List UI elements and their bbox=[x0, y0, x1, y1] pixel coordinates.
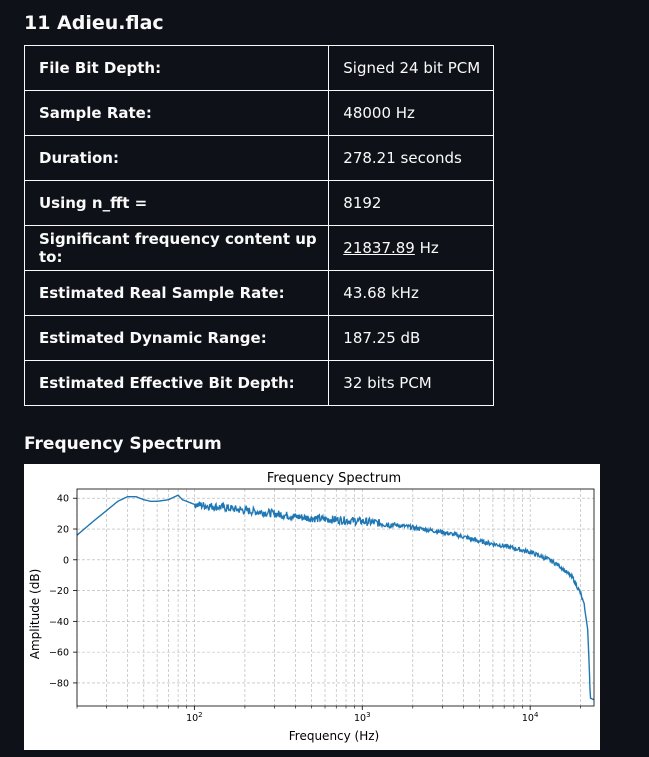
table-row: Using n_fft = 8192 bbox=[23, 180, 494, 226]
x-axis-ticks: 102 103 104 bbox=[76, 706, 582, 724]
row-value: 48000 Hz bbox=[328, 90, 494, 136]
spectrum-chart: Frequency Spectrum 40 20 0 −20 −40 −60 −80 102… bbox=[24, 464, 600, 750]
section-title: Frequency Spectrum bbox=[24, 434, 222, 454]
series-line bbox=[76, 494, 595, 701]
row-value: 8192 bbox=[328, 180, 494, 226]
y-tick-label: −60 bbox=[49, 648, 69, 659]
y-axis-ticks: 40 20 0 −20 −40 −60 −80 bbox=[49, 494, 77, 689]
x-tick-label: 102 bbox=[186, 711, 203, 724]
row-label: Estimated Dynamic Range: bbox=[23, 315, 330, 361]
x-axis-label: Frequency (Hz) bbox=[289, 729, 380, 743]
y-tick-label: −40 bbox=[49, 617, 69, 628]
file-title: 11 Adieu.flac bbox=[24, 12, 164, 34]
chart-title: Frequency Spectrum bbox=[267, 471, 401, 486]
y-tick-label: −80 bbox=[49, 678, 69, 689]
table-row: Sample Rate: 48000 Hz bbox=[23, 90, 494, 136]
y-tick-label: 20 bbox=[57, 525, 69, 536]
table-row: Estimated Real Sample Rate: 43.68 kHz bbox=[23, 270, 494, 316]
y-tick-label: 0 bbox=[63, 555, 69, 566]
row-label: Using n_fft = bbox=[23, 180, 330, 226]
table-row: Duration: 278.21 seconds bbox=[23, 135, 494, 181]
y-axis-label: Amplitude (dB) bbox=[28, 569, 42, 660]
audio-info-table: File Bit Depth: Signed 24 bit PCM Sample… bbox=[23, 45, 494, 406]
table-row: File Bit Depth: Signed 24 bit PCM bbox=[23, 45, 494, 91]
row-value: 32 bits PCM bbox=[328, 360, 494, 406]
row-label: Significant frequency content up to: bbox=[23, 225, 330, 271]
row-label: File Bit Depth: bbox=[23, 45, 330, 91]
row-value: Signed 24 bit PCM bbox=[328, 45, 494, 91]
table-row: Estimated Effective Bit Depth: 32 bits P… bbox=[23, 360, 494, 406]
table-row: Estimated Dynamic Range: 187.25 dB bbox=[23, 315, 494, 361]
spectrum-chart-svg: Frequency Spectrum 40 20 0 −20 −40 −60 −80 102… bbox=[28, 471, 595, 743]
table-row: Significant frequency content up to: 218… bbox=[23, 225, 494, 271]
x-tick-label: 103 bbox=[354, 711, 371, 724]
row-label: Estimated Real Sample Rate: bbox=[23, 270, 330, 316]
row-value: 187.25 dB bbox=[328, 315, 494, 361]
y-tick-label: −20 bbox=[49, 586, 69, 597]
row-value: 21837.89 Hz bbox=[328, 225, 494, 271]
row-value: 43.68 kHz bbox=[328, 270, 494, 316]
y-tick-label: 40 bbox=[57, 494, 69, 505]
frequency-link[interactable]: 21837.89 bbox=[343, 239, 415, 257]
row-label: Estimated Effective Bit Depth: bbox=[23, 360, 330, 406]
row-value: 278.21 seconds bbox=[328, 135, 494, 181]
x-tick-label: 104 bbox=[522, 711, 539, 724]
frequency-unit: Hz bbox=[414, 239, 439, 257]
row-label: Sample Rate: bbox=[23, 90, 330, 136]
row-label: Duration: bbox=[23, 135, 330, 181]
